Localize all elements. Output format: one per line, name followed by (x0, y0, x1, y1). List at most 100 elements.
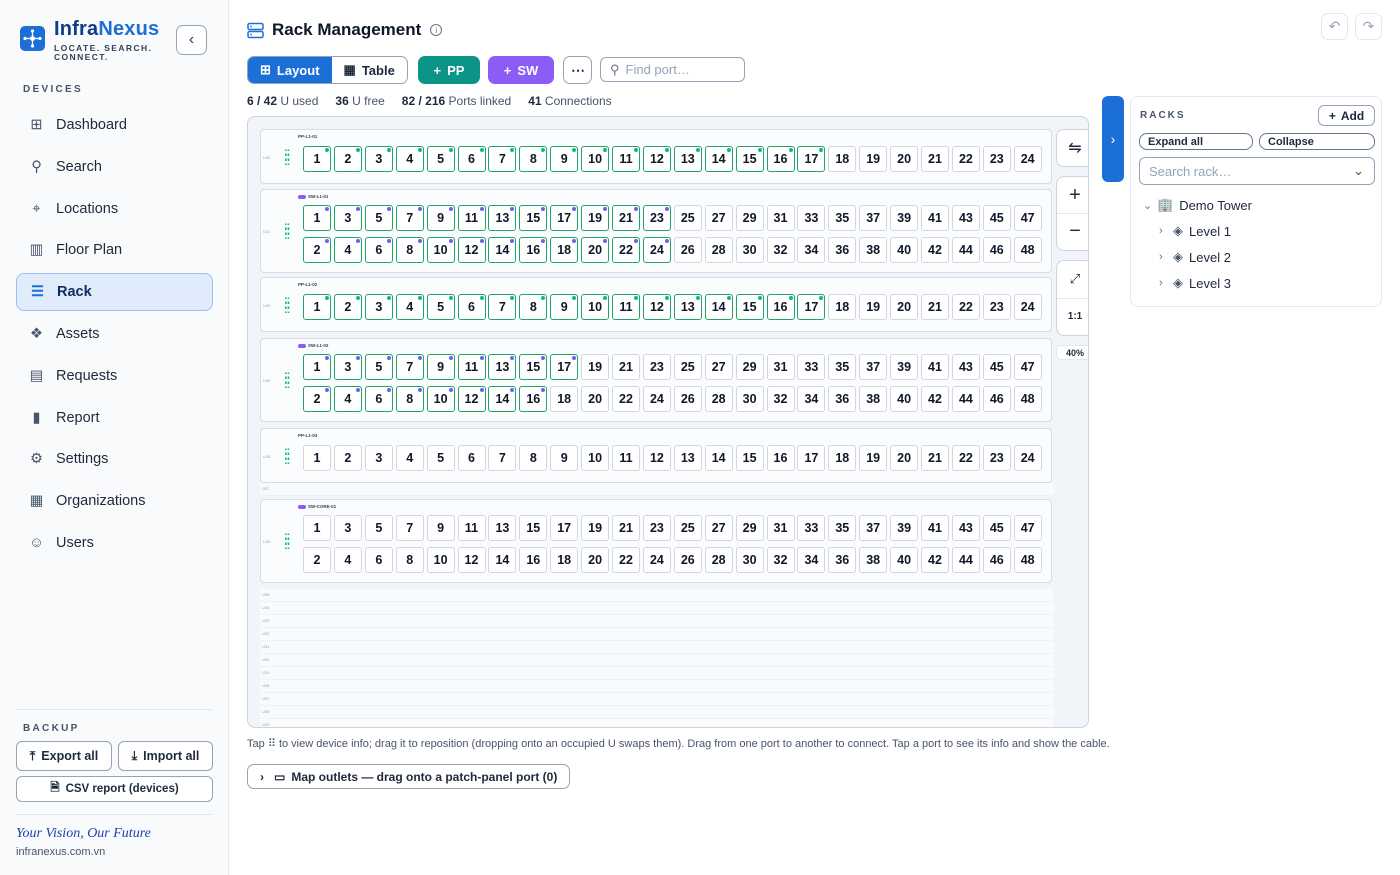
port[interactable]: 8 (519, 445, 548, 471)
port[interactable]: 48 (1013, 386, 1042, 412)
port[interactable]: 16 (519, 386, 548, 412)
port[interactable]: 13 (673, 146, 702, 172)
port[interactable]: 30 (735, 547, 764, 573)
port[interactable]: 25 (673, 515, 702, 541)
port[interactable]: 24 (1013, 445, 1042, 471)
port[interactable]: 14 (704, 294, 733, 320)
port[interactable]: 21 (921, 146, 949, 172)
empty-unit[interactable]: U37 (260, 483, 1053, 496)
port[interactable]: 37 (859, 354, 888, 380)
port[interactable]: 46 (982, 237, 1011, 263)
redo-button[interactable]: ↷ (1355, 13, 1382, 40)
tree-level[interactable]: › ◈ Level 2 (1159, 249, 1231, 265)
rack-device[interactable]: PP-L1-02 U40:::::: 1 2 3 4 5 6 7 8 9 10 11 12 13 14 15 16… (260, 277, 1052, 332)
tree-level[interactable]: › ◈ Level 3 (1159, 275, 1231, 291)
port[interactable]: 43 (951, 354, 980, 380)
port[interactable]: 43 (951, 205, 980, 231)
port[interactable]: 7 (395, 354, 424, 380)
grip-icon[interactable]: :::::: (284, 445, 290, 466)
port[interactable]: 11 (612, 146, 640, 172)
port[interactable]: 15 (519, 515, 548, 541)
rack-device[interactable]: PP-L1-03 U38:::::: 1 2 3 4 5 6 7 8 9 10 11 12 13 14 15 16… (260, 428, 1052, 483)
port[interactable]: 22 (612, 237, 640, 263)
grip-icon[interactable]: :::::: (284, 370, 290, 391)
port[interactable]: 12 (457, 386, 486, 412)
port[interactable]: 9 (426, 515, 455, 541)
port[interactable]: 39 (890, 205, 919, 231)
port[interactable]: 12 (642, 445, 671, 471)
port[interactable]: 24 (1013, 146, 1042, 172)
sidebar-item-users[interactable]: ☺ Users (16, 524, 213, 562)
empty-unit[interactable]: U30 (260, 654, 1053, 667)
port[interactable]: 5 (426, 294, 455, 320)
port[interactable]: 3 (333, 515, 362, 541)
port[interactable]: 5 (364, 354, 393, 380)
port[interactable]: 8 (395, 237, 424, 263)
port[interactable]: 11 (457, 354, 486, 380)
port[interactable]: 48 (1013, 547, 1042, 573)
port[interactable]: 39 (890, 354, 919, 380)
port[interactable]: 22 (612, 386, 640, 412)
port[interactable]: 44 (951, 237, 980, 263)
rack-canvas[interactable]: ⇋ + − ⤢ 1:1 40% PP-L1-01 U42:::::: 1 2 3 4 5 6 7… (247, 116, 1089, 728)
port[interactable]: 17 (550, 205, 579, 231)
port[interactable]: 28 (704, 547, 733, 573)
port[interactable]: 33 (797, 515, 826, 541)
port[interactable]: 38 (859, 237, 888, 263)
port[interactable]: 30 (735, 386, 764, 412)
port[interactable]: 1 (303, 445, 331, 471)
port[interactable]: 22 (951, 445, 980, 471)
port[interactable]: 46 (982, 547, 1011, 573)
expand-all-button[interactable]: Expand all (1139, 133, 1253, 150)
port[interactable]: 28 (704, 386, 733, 412)
port[interactable]: 42 (921, 547, 949, 573)
port[interactable]: 26 (673, 237, 702, 263)
rack-device[interactable]: SW-CORE-01 U36:::::: 1 3 5 7 9 11 13 15 17 19 21 23 25… (260, 499, 1052, 583)
port[interactable]: 1 (303, 146, 331, 172)
port[interactable]: 22 (951, 294, 980, 320)
port[interactable]: 12 (642, 294, 671, 320)
port[interactable]: 7 (488, 445, 517, 471)
port[interactable]: 14 (704, 445, 733, 471)
port[interactable]: 14 (488, 386, 517, 412)
port[interactable]: 45 (982, 354, 1011, 380)
port[interactable]: 3 (333, 205, 362, 231)
port[interactable]: 38 (859, 386, 888, 412)
sidebar-item-requests[interactable]: ▤ Requests (16, 357, 213, 395)
port[interactable]: 13 (488, 515, 517, 541)
add-rack-button[interactable]: + Add (1318, 105, 1375, 126)
port[interactable]: 6 (364, 386, 393, 412)
cable-tool-button[interactable]: ⇋ (1056, 129, 1088, 167)
empty-unit[interactable]: U28 (260, 680, 1053, 693)
port[interactable]: 8 (519, 294, 548, 320)
port[interactable]: 45 (982, 515, 1011, 541)
import-all-button[interactable]: ⤓ Import all (118, 741, 213, 771)
port[interactable]: 29 (735, 205, 764, 231)
port[interactable]: 1 (303, 205, 331, 231)
collapse-sidebar-button[interactable]: ‹ (176, 25, 207, 55)
port[interactable]: 35 (828, 354, 857, 380)
rack-device[interactable]: SW-L1-02 U39:::::: 1 3 5 7 9 11 13 15 17 19 21 23 25 27… (260, 338, 1052, 422)
port[interactable]: 27 (704, 515, 733, 541)
port[interactable]: 43 (951, 515, 980, 541)
port[interactable]: 44 (951, 547, 980, 573)
port[interactable]: 1 (303, 515, 331, 541)
zoom-in-button[interactable]: + (1069, 177, 1081, 213)
port[interactable]: 11 (457, 205, 486, 231)
port[interactable]: 7 (488, 146, 517, 172)
port[interactable]: 16 (766, 146, 795, 172)
port[interactable]: 37 (859, 515, 888, 541)
port[interactable]: 20 (890, 294, 919, 320)
grip-icon[interactable]: :::::: (284, 146, 290, 167)
port[interactable]: 9 (550, 146, 579, 172)
port[interactable]: 44 (951, 386, 980, 412)
port[interactable]: 34 (797, 237, 826, 263)
layout-tab[interactable]: ⊞ Layout (248, 57, 332, 83)
port[interactable]: 20 (890, 445, 919, 471)
port[interactable]: 31 (766, 354, 795, 380)
port[interactable]: 33 (797, 205, 826, 231)
sidebar-item-dashboard[interactable]: ⊞ Dashboard (16, 106, 213, 144)
grip-icon[interactable]: :::::: (284, 294, 290, 315)
port[interactable]: 14 (488, 237, 517, 263)
port[interactable]: 42 (921, 386, 949, 412)
